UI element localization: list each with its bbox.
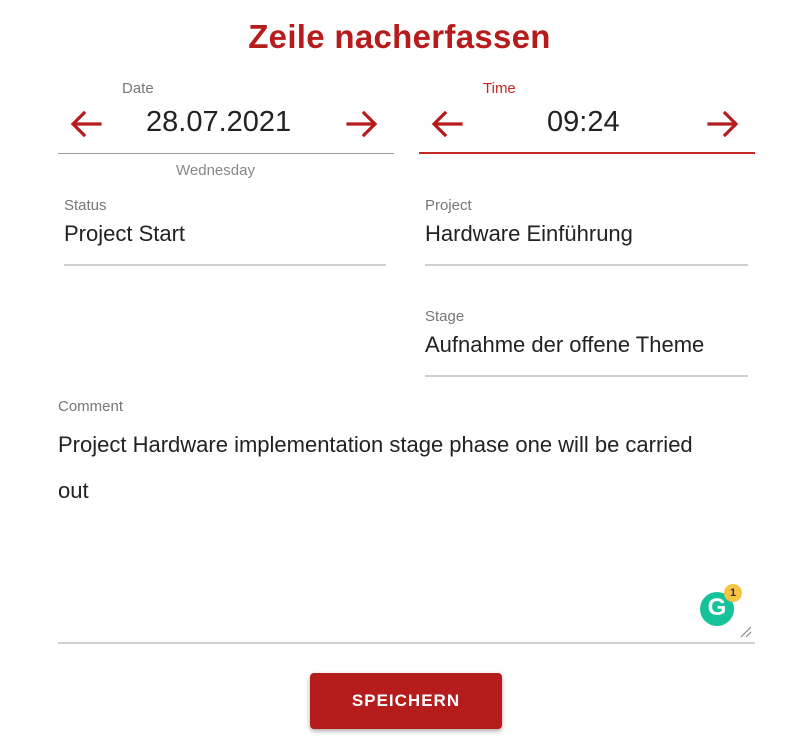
date-stepper: Date 28.07.2021 [58,80,394,156]
status-field[interactable]: Status Project Start [64,197,386,269]
comment-textarea[interactable]: Project Hardware implementation stage ph… [58,422,718,514]
grammarly-icon[interactable]: G 1 [700,584,742,626]
time-label: Time [483,80,516,97]
arrow-left-icon [431,110,463,138]
project-label: Project [425,197,472,214]
project-underline [425,264,748,266]
save-button[interactable]: SPEICHERN [310,673,502,729]
project-value[interactable]: Hardware Einführung [425,221,748,247]
grammarly-badge: 1 [724,584,742,602]
arrow-left-icon [70,110,102,138]
resize-handle-icon[interactable] [738,624,752,638]
stage-label: Stage [425,308,465,325]
date-value[interactable]: 28.07.2021 [146,106,291,139]
time-prev-button[interactable] [427,104,467,144]
arrow-right-icon [707,110,739,138]
stage-value[interactable]: Aufnahme der offene Theme [425,332,748,358]
time-value[interactable]: 09:24 [547,106,620,139]
comment-field[interactable]: Comment Project Hardware implementation … [58,398,755,644]
status-underline [64,264,386,266]
date-next-button[interactable] [342,104,382,144]
date-underline [58,153,394,154]
date-prev-button[interactable] [66,104,106,144]
stage-field[interactable]: Stage Aufnahme der offene Theme [425,308,748,380]
page-title: Zeile nacherfassen [248,18,551,55]
arrow-right-icon [346,110,378,138]
comment-underline [58,642,755,644]
status-value[interactable]: Project Start [64,221,386,247]
status-label: Status [64,197,107,214]
project-field[interactable]: Project Hardware Einführung [425,197,748,269]
weekday-label: Wednesday [176,162,255,179]
stage-underline [425,375,748,377]
time-stepper: Time 09:24 [419,80,755,156]
date-label: Date [122,80,154,97]
comment-label: Comment [58,398,124,415]
time-next-button[interactable] [703,104,743,144]
time-underline [419,152,755,154]
